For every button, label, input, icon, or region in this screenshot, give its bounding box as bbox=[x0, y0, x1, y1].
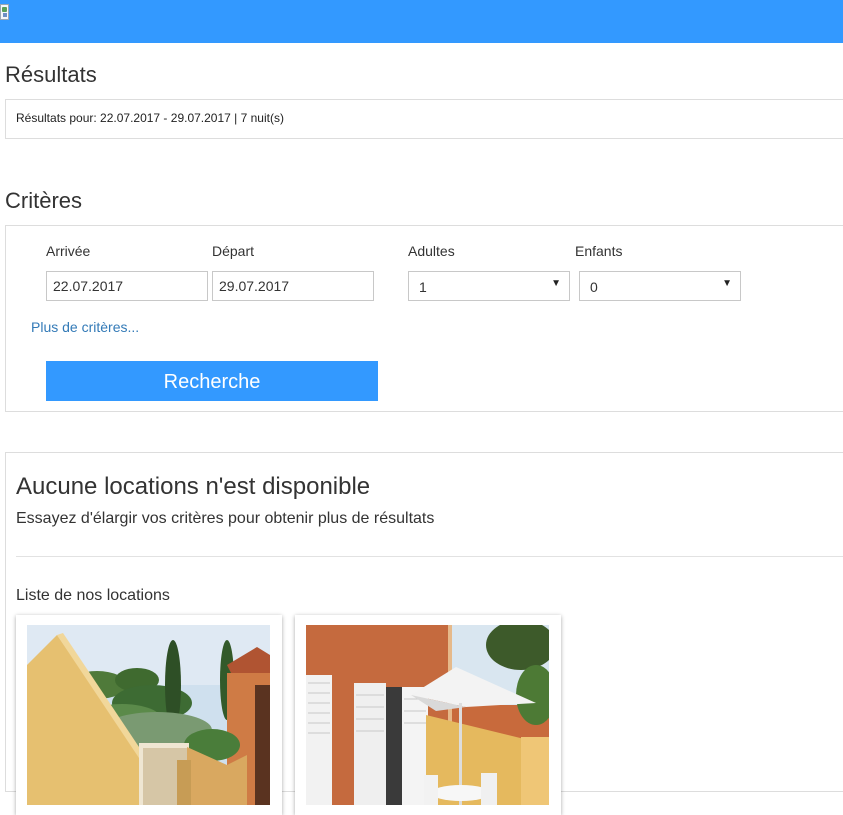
no-availability-subtitle: Essayez d'élargir vos critères pour obte… bbox=[16, 510, 435, 527]
results-title: Résultats bbox=[5, 62, 97, 87]
top-header-bar bbox=[0, 0, 843, 43]
chevron-down-icon: ▼ bbox=[551, 278, 561, 289]
arrival-label: Arrivée bbox=[46, 243, 91, 259]
more-criteria-link[interactable]: Plus de critères... bbox=[31, 319, 139, 335]
divider bbox=[16, 556, 843, 557]
chevron-down-icon: ▼ bbox=[722, 278, 732, 289]
results-panel: Résultats pour: 22.07.2017 - 29.07.2017 … bbox=[5, 99, 843, 139]
adults-select[interactable]: 1 ▼ bbox=[408, 271, 570, 301]
adults-select-value: 1 bbox=[419, 279, 427, 295]
departure-label: Départ bbox=[212, 243, 255, 259]
children-select[interactable]: 0 ▼ bbox=[579, 271, 741, 301]
results-summary: Résultats pour: 22.07.2017 - 29.07.2017 … bbox=[16, 111, 284, 125]
search-button[interactable]: Recherche bbox=[46, 361, 378, 401]
rental-card[interactable] bbox=[295, 615, 561, 815]
broken-image-icon bbox=[0, 4, 9, 20]
no-availability-title: Aucune locations n'est disponible bbox=[16, 473, 371, 500]
rentals-list-title: Liste de nos locations bbox=[16, 587, 170, 604]
adults-label: Adultes bbox=[408, 243, 455, 259]
rental-card[interactable] bbox=[16, 615, 282, 815]
children-label: Enfants bbox=[575, 243, 623, 259]
departure-date-input[interactable] bbox=[212, 271, 374, 301]
arrival-date-input[interactable] bbox=[46, 271, 208, 301]
criteria-title: Critères bbox=[5, 188, 83, 213]
rental-photo[interactable] bbox=[27, 625, 270, 805]
rental-photo[interactable] bbox=[306, 625, 549, 805]
criteria-panel: Arrivée Départ Adultes Enfants 1 ▼ 0 ▼ P… bbox=[5, 225, 843, 412]
children-select-value: 0 bbox=[590, 279, 598, 295]
